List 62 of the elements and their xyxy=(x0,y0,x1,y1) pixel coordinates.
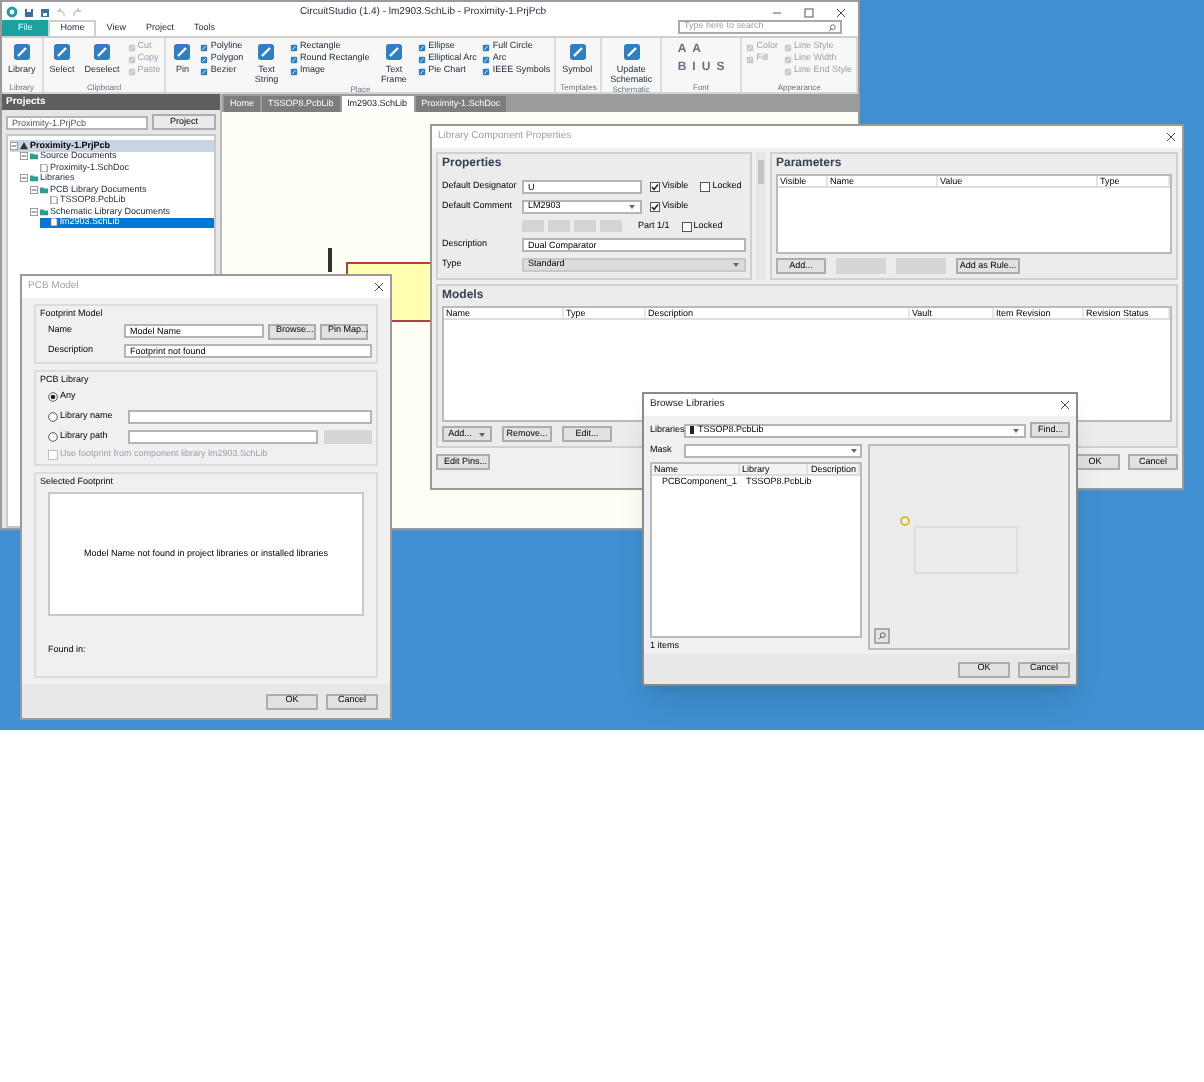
square-icon xyxy=(290,43,298,51)
mask-combo[interactable] xyxy=(684,444,862,458)
save-icon[interactable] xyxy=(24,7,34,17)
square-icon xyxy=(418,43,427,51)
square-icon xyxy=(783,55,792,63)
square-icon xyxy=(200,43,209,51)
close-icon[interactable] xyxy=(836,7,846,17)
caret-icon xyxy=(628,204,636,210)
radio-button[interactable] xyxy=(48,412,58,422)
caret-icon xyxy=(477,431,486,437)
square-icon xyxy=(482,43,491,51)
square-icon xyxy=(290,67,298,75)
square-icon xyxy=(290,55,298,63)
radio-button[interactable] xyxy=(48,432,58,442)
logo-icon xyxy=(6,6,18,18)
pad-drawing xyxy=(900,516,910,526)
pin-line xyxy=(328,248,332,272)
collapse-icon[interactable] xyxy=(10,141,18,150)
collapse-icon[interactable] xyxy=(30,207,38,216)
square-icon xyxy=(200,55,209,63)
close-icon[interactable] xyxy=(374,282,384,292)
square-icon xyxy=(746,43,755,51)
square-icon xyxy=(127,55,136,63)
square-icon xyxy=(418,67,427,75)
library-name-field[interactable] xyxy=(128,410,372,424)
radio-button[interactable] xyxy=(48,392,58,402)
square-icon xyxy=(746,55,755,63)
folder-icon xyxy=(40,207,48,216)
square-icon xyxy=(482,67,491,75)
search-icon[interactable] xyxy=(828,23,836,31)
undo-icon[interactable] xyxy=(56,7,66,17)
redo-icon[interactable] xyxy=(72,7,82,17)
maximize-icon[interactable] xyxy=(804,7,814,17)
square-icon xyxy=(418,55,427,63)
library-path-field[interactable] xyxy=(128,430,318,444)
square-icon xyxy=(127,67,136,75)
checkbox[interactable] xyxy=(650,182,660,192)
square-icon xyxy=(482,55,491,63)
caret-icon xyxy=(1012,427,1020,433)
square-icon xyxy=(783,43,792,51)
collapse-icon[interactable] xyxy=(20,174,28,183)
square-icon xyxy=(200,67,209,75)
close-icon[interactable] xyxy=(1060,400,1070,410)
project-icon xyxy=(20,141,28,150)
checkbox[interactable] xyxy=(700,182,711,192)
document-icon xyxy=(50,196,58,205)
close-icon[interactable] xyxy=(1166,132,1176,142)
square-icon xyxy=(783,67,792,75)
folder-icon xyxy=(30,152,38,161)
zoom-button[interactable] xyxy=(874,628,890,644)
checkbox[interactable] xyxy=(650,202,660,212)
caret-icon xyxy=(732,262,740,268)
document-icon xyxy=(50,218,58,227)
magnifier-icon xyxy=(878,632,886,640)
minimize-icon[interactable] xyxy=(772,7,782,17)
scrollbar[interactable] xyxy=(756,152,766,280)
document-icon xyxy=(40,163,48,172)
checkbox[interactable] xyxy=(681,221,692,231)
collapse-icon[interactable] xyxy=(20,152,28,161)
collapse-icon[interactable] xyxy=(30,185,38,194)
save-all-icon[interactable] xyxy=(40,7,50,17)
square-icon xyxy=(127,43,136,51)
